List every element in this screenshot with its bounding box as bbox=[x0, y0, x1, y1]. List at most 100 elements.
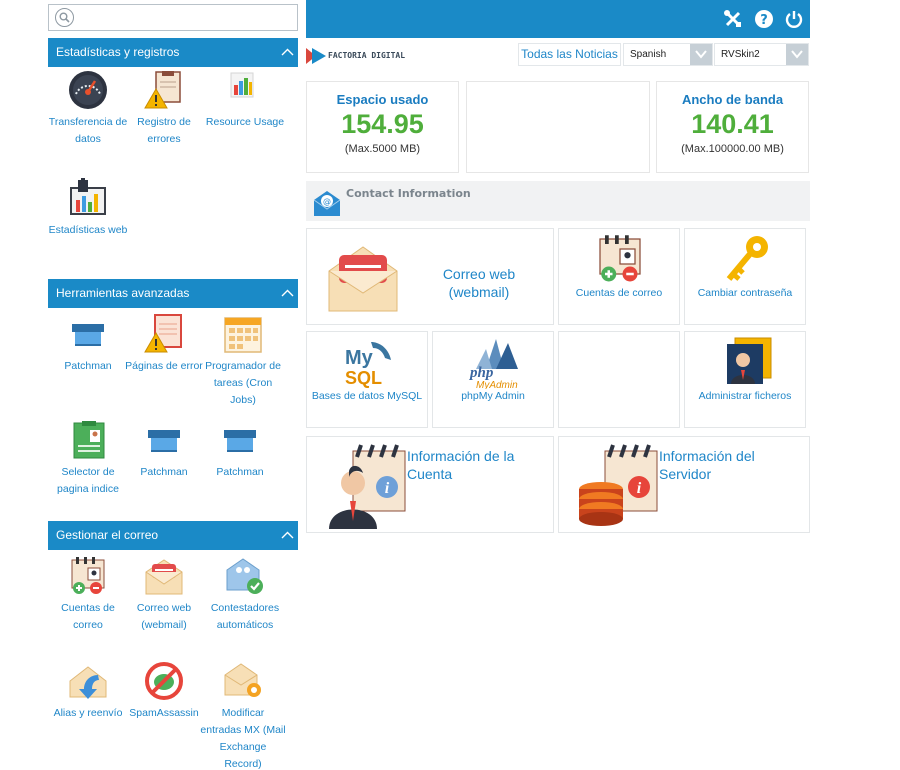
language-select[interactable]: Spanish bbox=[623, 43, 713, 66]
index-selector-icon bbox=[68, 420, 108, 460]
tile-label: Cuentas de correo bbox=[61, 602, 115, 631]
brand-logo-icon bbox=[306, 48, 326, 64]
forward-icon bbox=[68, 661, 108, 701]
skin-select[interactable]: RVSkin2 bbox=[714, 43, 809, 66]
server-info-label: Información del Servidor bbox=[659, 448, 755, 482]
chevron-up-icon[interactable] bbox=[281, 287, 294, 300]
search-icon[interactable] bbox=[55, 8, 74, 27]
section-header-mail[interactable]: Gestionar el correo bbox=[48, 521, 298, 550]
account-info-label: Información de la Cuenta bbox=[407, 448, 515, 482]
tile-label: SpamAssassin bbox=[129, 707, 199, 719]
file-manager-card[interactable]: Administrar ficheros bbox=[684, 331, 806, 428]
brand-row: FACTORIA DIGITAL Todas las Noticias Span… bbox=[306, 42, 810, 68]
key-icon bbox=[726, 236, 768, 281]
box-icon bbox=[144, 420, 184, 460]
skin-value: RVSkin2 bbox=[721, 49, 760, 60]
tile-mail-accounts[interactable]: Cuentas de correo bbox=[48, 556, 128, 634]
svg-text:SQL: SQL bbox=[345, 368, 382, 388]
tools-icon[interactable] bbox=[723, 9, 743, 29]
change-password-label: Cambiar contraseña bbox=[697, 287, 793, 299]
webmail-label: Correo web (webmail) bbox=[442, 266, 516, 300]
empty-card bbox=[558, 331, 680, 428]
webmail-card[interactable]: Correo web (webmail) bbox=[306, 228, 554, 325]
contact-mail-icon: @ bbox=[313, 191, 341, 216]
tile-cron-jobs[interactable]: Programador de tareas (Cron Jobs) bbox=[200, 314, 286, 409]
chevron-down-icon[interactable] bbox=[786, 44, 808, 65]
contact-info-bar[interactable]: @ Contact Information bbox=[306, 181, 810, 221]
svg-text:i: i bbox=[637, 480, 642, 497]
tile-patchman[interactable]: Patchman bbox=[124, 420, 204, 481]
tile-web-stats[interactable]: Estadísticas web bbox=[48, 178, 128, 239]
contact-info-label: Contact Information bbox=[346, 187, 471, 200]
tile-spamassassin[interactable]: SpamAssassin bbox=[124, 661, 204, 722]
bandwidth-value: 140.41 bbox=[691, 109, 774, 139]
bandwidth-max: (Max.100000.00 MB) bbox=[681, 143, 784, 155]
power-icon[interactable] bbox=[784, 9, 804, 29]
tile-label: Programador de tareas (Cron Jobs) bbox=[205, 360, 281, 406]
tile-patchman[interactable]: Patchman bbox=[200, 420, 280, 481]
tile-label: Patchman bbox=[140, 466, 188, 478]
phpmyadmin-card[interactable]: php MyAdmin phpMy Admin bbox=[432, 331, 554, 428]
language-value: Spanish bbox=[630, 49, 667, 60]
tile-index-selector[interactable]: Selector de pagina indice bbox=[48, 420, 128, 498]
disk-usage-title: Espacio usado bbox=[336, 92, 429, 107]
tile-patchman[interactable]: Patchman bbox=[48, 314, 128, 375]
account-info-card[interactable]: i Información de la Cuenta bbox=[306, 436, 554, 533]
chevron-up-icon[interactable] bbox=[281, 529, 294, 542]
tile-mx-records[interactable]: Modificar entradas MX (Mail Exchange Rec… bbox=[200, 661, 286, 770]
sidebar: Estadísticas y registros Transferencia d… bbox=[48, 0, 298, 770]
autoresponder-icon bbox=[225, 556, 265, 596]
tile-label: Registro de errores bbox=[137, 116, 191, 145]
tile-label: Contestadores automáticos bbox=[210, 602, 280, 631]
mysql-label: Bases de datos MySQL bbox=[311, 390, 423, 402]
tile-resource-usage[interactable]: Resource Usage bbox=[200, 70, 290, 131]
box-icon bbox=[220, 420, 260, 460]
tile-label: Alias y reenvío bbox=[53, 707, 123, 719]
tile-label: Correo web (webmail) bbox=[136, 602, 192, 631]
section-title: Estadísticas y registros bbox=[56, 45, 180, 59]
chevron-down-icon[interactable] bbox=[690, 44, 712, 65]
envelope-icon bbox=[144, 556, 184, 596]
tile-label: Modificar entradas MX (Mail Exchange Rec… bbox=[200, 707, 286, 770]
mysql-card[interactable]: My SQL Bases de datos MySQL bbox=[306, 331, 428, 428]
envelope-icon bbox=[328, 246, 398, 312]
tile-forwarders[interactable]: Alias y reenvío bbox=[48, 661, 128, 722]
tile-autoresponders[interactable]: Contestadores automáticos bbox=[200, 556, 290, 634]
change-password-card[interactable]: Cambiar contraseña bbox=[684, 228, 806, 325]
section-header-advanced[interactable]: Herramientas avanzadas bbox=[48, 279, 298, 308]
web-stats-icon bbox=[68, 178, 108, 218]
disk-usage-value: 154.95 bbox=[341, 109, 424, 139]
svg-text:?: ? bbox=[760, 13, 768, 28]
tile-data-transfer[interactable]: Transferencia de datos bbox=[48, 70, 128, 148]
svg-text:MyAdmin: MyAdmin bbox=[476, 380, 518, 389]
mail-accounts-label: Cuentas de correo bbox=[575, 287, 663, 299]
phpmyadmin-label: phpMy Admin bbox=[461, 390, 525, 402]
phpmyadmin-icon: phpMyAdmin bbox=[468, 339, 518, 389]
error-log-icon bbox=[144, 70, 184, 110]
mx-record-icon bbox=[223, 661, 263, 701]
brand-logo: FACTORIA DIGITAL bbox=[306, 48, 406, 64]
server-info-icon: i bbox=[579, 444, 658, 526]
tile-error-pages[interactable]: Páginas de error bbox=[124, 314, 204, 375]
section-title: Gestionar el correo bbox=[56, 528, 159, 542]
help-icon[interactable]: ? bbox=[754, 9, 774, 29]
gauge-icon bbox=[68, 70, 108, 110]
tile-label: Resource Usage bbox=[205, 116, 285, 128]
mail-accounts-icon bbox=[68, 556, 108, 596]
server-info-card[interactable]: i Información del Servidor bbox=[558, 436, 810, 533]
tile-label: Patchman bbox=[64, 360, 112, 372]
chevron-up-icon[interactable] bbox=[281, 46, 294, 59]
disk-usage-max: (Max.5000 MB) bbox=[344, 143, 421, 155]
svg-text:@: @ bbox=[323, 197, 331, 206]
search-input[interactable] bbox=[81, 7, 291, 28]
tile-label: Páginas de error bbox=[125, 360, 203, 372]
section-header-stats[interactable]: Estadísticas y registros bbox=[48, 38, 298, 67]
file-manager-icon bbox=[727, 337, 772, 384]
all-news-button[interactable]: Todas las Noticias bbox=[518, 43, 621, 66]
top-bar: ? bbox=[306, 0, 810, 38]
tile-webmail[interactable]: Correo web (webmail) bbox=[124, 556, 204, 634]
mail-accounts-icon bbox=[599, 235, 641, 282]
search-box[interactable] bbox=[48, 4, 298, 31]
tile-error-log[interactable]: Registro de errores bbox=[124, 70, 204, 148]
mail-accounts-card[interactable]: Cuentas de correo bbox=[558, 228, 680, 325]
